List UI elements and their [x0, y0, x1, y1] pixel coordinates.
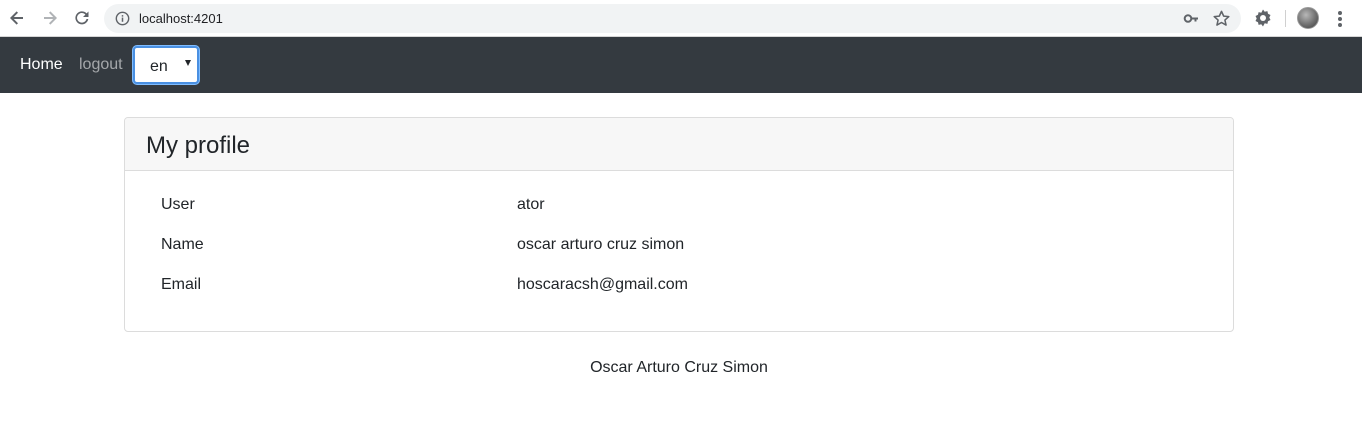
- back-button[interactable]: [6, 7, 28, 29]
- menu-dot: [1338, 23, 1342, 27]
- caret-down-icon: [185, 60, 191, 66]
- language-selected-value: en: [150, 58, 168, 76]
- profile-card: My profile User ator Name oscar arturo c…: [124, 117, 1234, 332]
- reload-button[interactable]: [71, 7, 93, 29]
- forward-button[interactable]: [39, 7, 61, 29]
- toolbar-divider: [1285, 10, 1286, 27]
- page-title: My profile: [146, 132, 250, 160]
- more-vert-icon[interactable]: [1332, 9, 1348, 29]
- email-value: hoscaracsh@gmail.com: [517, 275, 688, 295]
- url-text[interactable]: localhost:4201: [139, 10, 223, 27]
- email-label: Email: [161, 275, 201, 295]
- browser-toolbar: localhost:4201: [0, 0, 1362, 37]
- info-icon[interactable]: [114, 10, 131, 27]
- gear-icon[interactable]: [1253, 8, 1273, 28]
- language-select[interactable]: en: [133, 46, 199, 84]
- nav-logout-link[interactable]: logout: [79, 55, 123, 75]
- user-label: User: [161, 195, 195, 215]
- key-icon[interactable]: [1183, 10, 1200, 27]
- footer-text: Oscar Arturo Cruz Simon: [590, 358, 768, 378]
- nav-home-link[interactable]: Home: [20, 55, 63, 75]
- address-bar[interactable]: localhost:4201: [104, 4, 1241, 33]
- menu-dot: [1338, 17, 1342, 21]
- name-label: Name: [161, 235, 204, 255]
- arrow-left-icon: [8, 9, 26, 27]
- footer: Oscar Arturo Cruz Simon: [0, 358, 1362, 378]
- arrow-right-icon: [41, 9, 59, 27]
- user-value: ator: [517, 195, 545, 215]
- star-icon[interactable]: [1212, 9, 1231, 28]
- avatar[interactable]: [1297, 7, 1319, 29]
- menu-dot: [1338, 11, 1342, 15]
- name-value: oscar arturo cruz simon: [517, 235, 684, 255]
- card-header: My profile: [125, 118, 1233, 171]
- reload-icon: [73, 9, 91, 27]
- app-navbar: Home logout en: [0, 37, 1362, 93]
